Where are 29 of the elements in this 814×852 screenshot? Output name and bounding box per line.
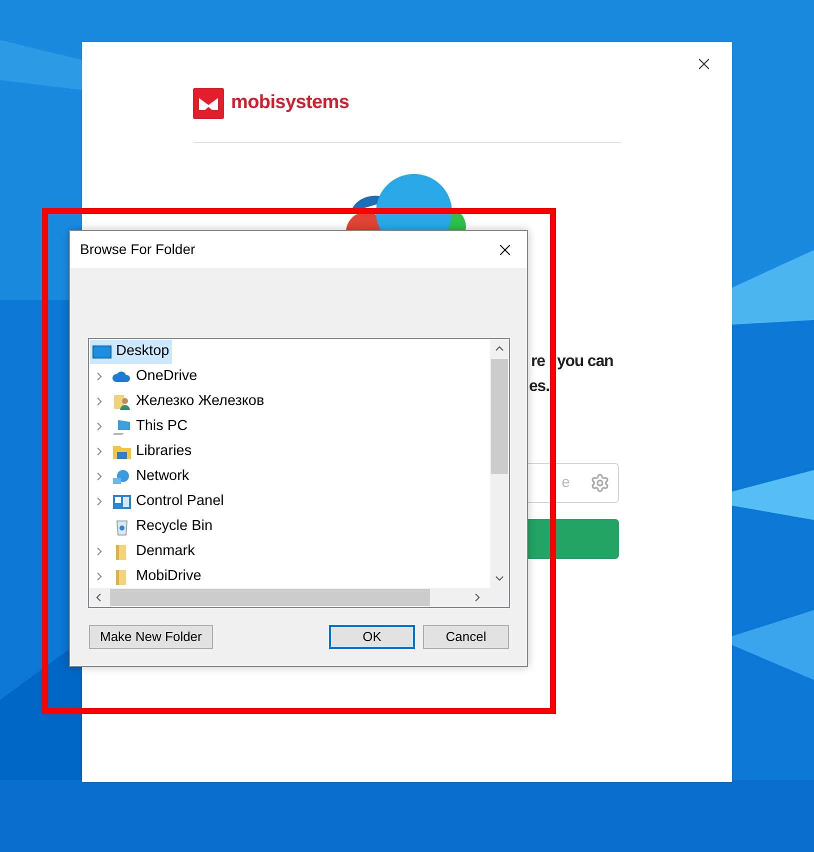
tree-item[interactable]: Libraries (112, 440, 195, 464)
control-panel-icon (112, 492, 132, 510)
tree-item[interactable]: This PC (112, 414, 191, 438)
brand-name: mobisystems (231, 91, 350, 116)
description-text: re (531, 352, 545, 371)
dialog-title: Browse For Folder (80, 240, 196, 259)
desktop-icon (92, 342, 112, 360)
tree-item[interactable]: OneDrive (112, 364, 200, 388)
description-text: es. (529, 377, 550, 396)
tree-item[interactable]: Железко Железков (112, 390, 268, 414)
description-text: you can (556, 352, 614, 371)
horizontal-scrollbar[interactable] (89, 588, 509, 607)
dialog-button[interactable]: Make New Folder (89, 625, 213, 649)
tree-item[interactable]: Network (112, 464, 192, 488)
tree-item[interactable]: Denmark (112, 540, 198, 564)
user-folder-icon (112, 392, 132, 410)
vertical-scrollbar[interactable] (490, 339, 509, 588)
scroll-thumb[interactable] (110, 589, 430, 606)
tree-item[interactable]: Desktop (90, 340, 172, 364)
dialog-button[interactable]: Cancel (423, 625, 509, 649)
tree-item[interactable]: Control Panel (112, 490, 227, 514)
settings-icon[interactable] (590, 473, 610, 493)
computer-icon (112, 418, 132, 436)
tree-item[interactable]: MobiDrive (112, 564, 204, 588)
brand-logo-icon (193, 88, 224, 119)
network-icon (112, 468, 132, 486)
tree-item[interactable]: Recycle Bin (112, 514, 216, 538)
dialog-button[interactable]: OK (329, 625, 415, 649)
scroll-thumb[interactable] (491, 359, 508, 474)
